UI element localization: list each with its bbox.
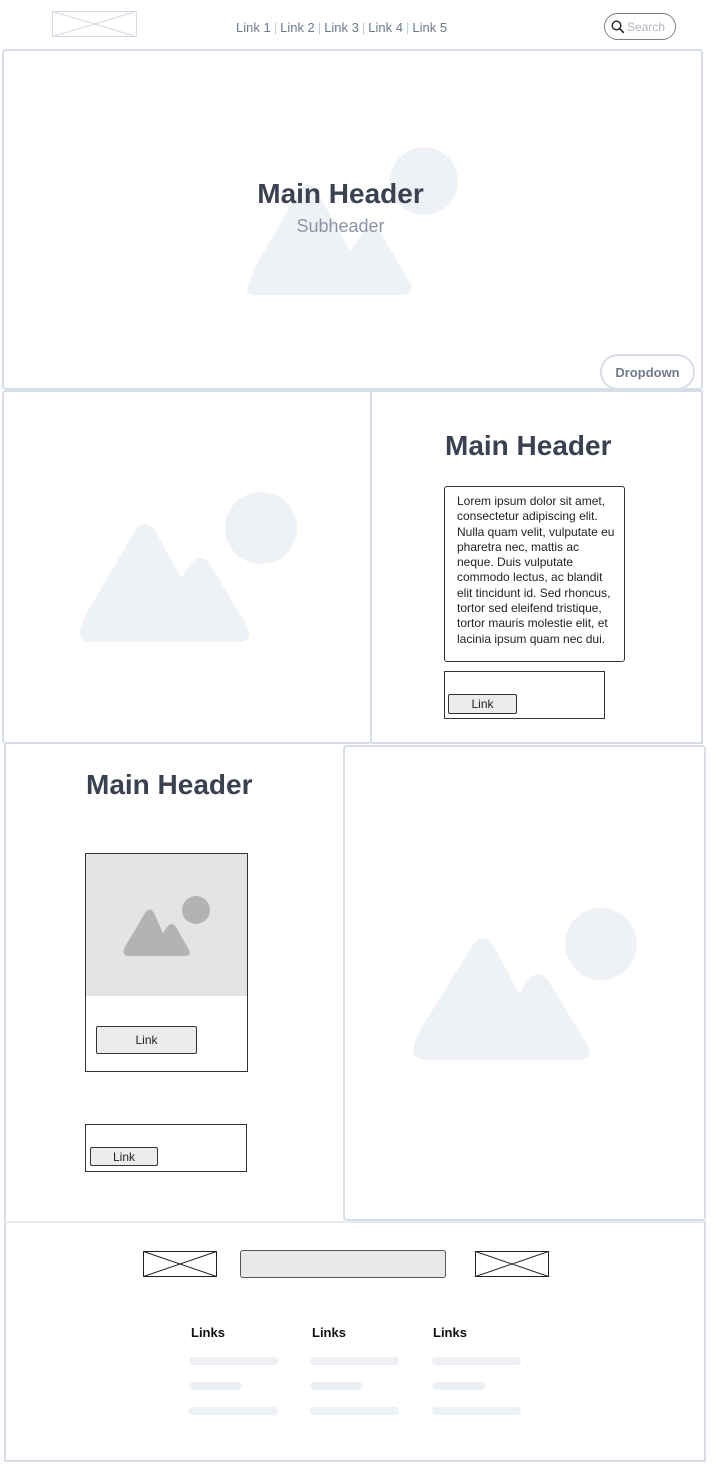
section3-link-button[interactable]: Link xyxy=(90,1147,158,1166)
top-nav: Link 1 | Link 2 | Link 3 | Link 4 | Link… xyxy=(236,18,448,36)
section2-title: Main Header xyxy=(445,430,612,461)
card-image-placeholder xyxy=(86,854,247,996)
search-icon xyxy=(611,19,625,33)
hero-title: Main Header xyxy=(257,178,424,209)
footer-link-placeholder[interactable] xyxy=(189,1357,278,1365)
image-placeholder-icon xyxy=(79,492,297,642)
image-placeholder-icon xyxy=(413,908,637,1060)
nav-link-2[interactable]: Link 2 xyxy=(280,20,315,35)
search-placeholder: Search xyxy=(627,19,666,34)
footer-input-field[interactable] xyxy=(240,1250,446,1278)
footer-link-placeholder[interactable] xyxy=(432,1357,521,1365)
nav-link-1[interactable]: Link 1 xyxy=(236,20,271,35)
search-input[interactable]: Search xyxy=(604,13,676,40)
section2-link-button[interactable]: Link xyxy=(448,694,517,714)
image-placeholder-icon xyxy=(123,896,210,956)
nav-link-4[interactable]: Link 4 xyxy=(368,20,403,35)
footer-link-placeholder[interactable] xyxy=(189,1407,278,1415)
footer-link-placeholder[interactable] xyxy=(310,1382,363,1390)
footer-link-placeholder[interactable] xyxy=(310,1407,399,1415)
card-link-button[interactable]: Link xyxy=(96,1026,197,1054)
footer-logo-placeholder xyxy=(143,1251,217,1277)
section2-image-panel xyxy=(2,390,372,744)
nav-separator: | xyxy=(317,19,322,35)
footer-column-title: Links xyxy=(191,1325,225,1340)
footer-link-placeholder[interactable] xyxy=(432,1382,485,1390)
section2-body-text: Lorem ipsum dolor sit amet, consectetur … xyxy=(444,486,625,662)
nav-link-3[interactable]: Link 3 xyxy=(324,20,359,35)
section3-image-panel xyxy=(343,745,706,1221)
hero-subtitle: Subheader xyxy=(296,216,385,236)
footer-column-title: Links xyxy=(433,1325,467,1340)
footer-link-placeholder[interactable] xyxy=(189,1382,242,1390)
nav-link-5[interactable]: Link 5 xyxy=(412,20,447,35)
footer-image-placeholder xyxy=(475,1251,549,1277)
logo-placeholder[interactable] xyxy=(52,11,137,37)
footer-link-placeholder[interactable] xyxy=(432,1407,521,1415)
footer-link-placeholder[interactable] xyxy=(310,1357,399,1365)
nav-separator: | xyxy=(273,19,278,35)
nav-separator: | xyxy=(361,19,366,35)
dropdown-button[interactable]: Dropdown xyxy=(600,354,695,390)
footer-column-title: Links xyxy=(312,1325,346,1340)
section3-title: Main Header xyxy=(86,769,253,800)
nav-separator: | xyxy=(405,19,410,35)
